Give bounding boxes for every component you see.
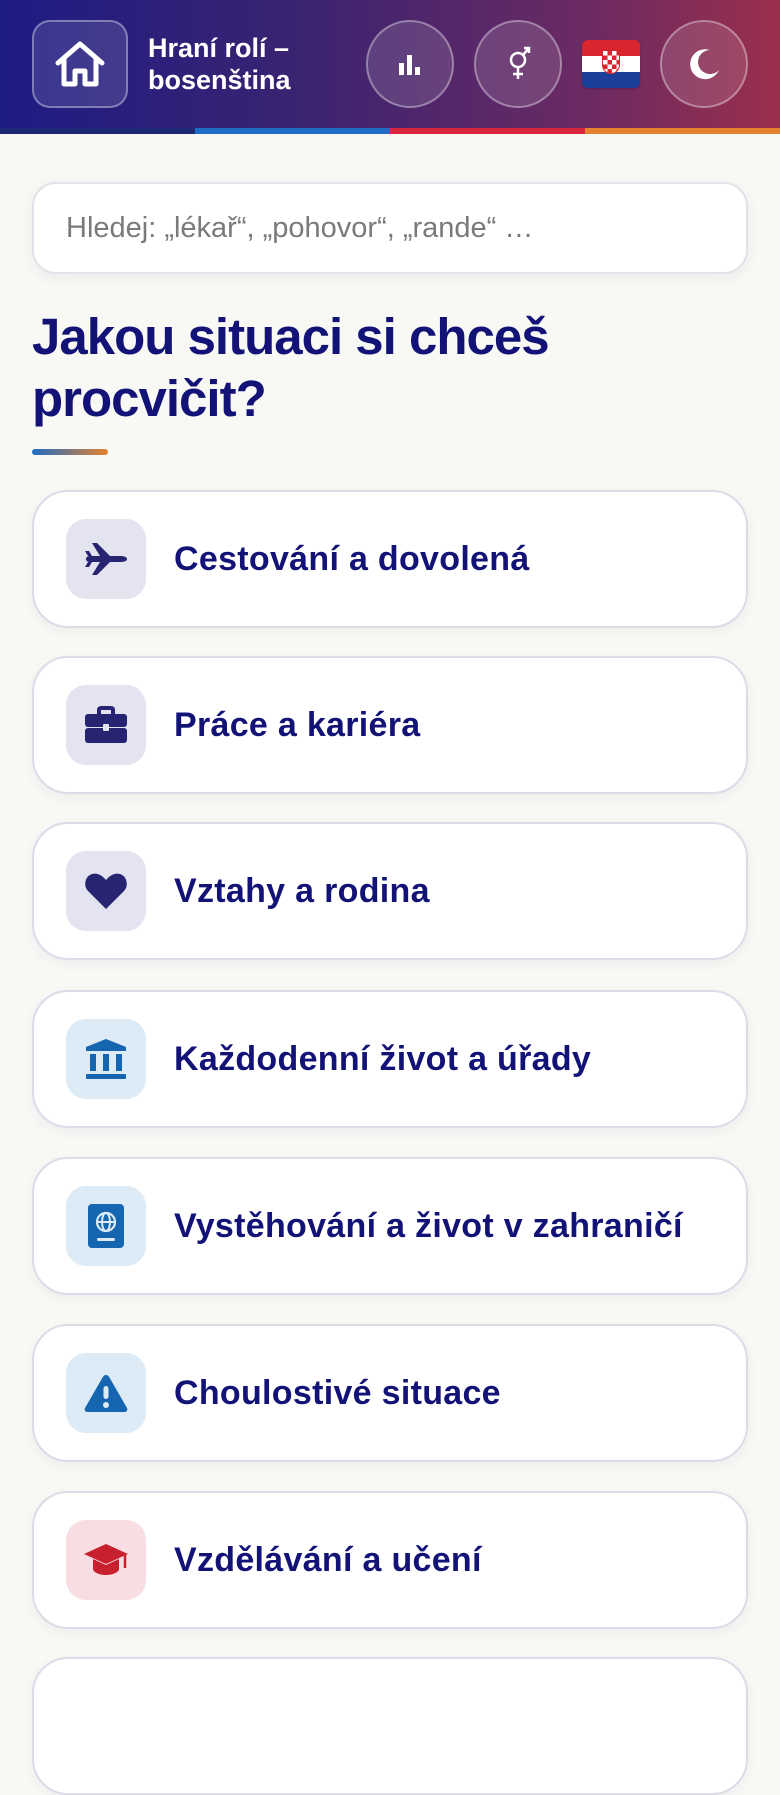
category-icon-box [66, 851, 146, 931]
app-header: Hraní rolí – bosenština [0, 0, 780, 132]
category-label: Vzdělávání a učení [174, 1540, 482, 1579]
briefcase-icon [85, 706, 127, 743]
heart-icon [85, 873, 127, 909]
category-card-sensitive[interactable]: Choulostivé situace [32, 1324, 748, 1462]
category-icon-box [66, 1186, 146, 1266]
category-icon-box [66, 1019, 146, 1099]
bank-icon [86, 1039, 126, 1079]
gender-icon [509, 46, 531, 79]
home-button[interactable] [32, 20, 128, 108]
airplane-icon [85, 543, 127, 575]
category-label: Práce a kariéra [174, 705, 421, 744]
category-card-travel[interactable]: Cestování a dovolená [32, 490, 748, 628]
graduation-cap-icon [84, 1544, 128, 1575]
search-input[interactable] [32, 182, 748, 274]
bar-chart-icon [399, 55, 420, 75]
croatia-flag-icon[interactable] [582, 40, 640, 88]
stats-button[interactable] [366, 20, 454, 108]
home-icon [55, 41, 105, 87]
passport-icon [88, 1204, 124, 1248]
category-card-relationships[interactable]: Vztahy a rodina [32, 822, 748, 960]
category-icon-box [66, 519, 146, 599]
category-label: Každodenní život a úřady [174, 1039, 592, 1078]
category-icon-box [66, 685, 146, 765]
category-card-more[interactable] [32, 1657, 748, 1795]
title-underline [32, 449, 108, 455]
category-label: Cestování a dovolená [174, 539, 530, 578]
category-card-daily-life[interactable]: Každodenní život a úřady [32, 990, 748, 1128]
warning-icon [84, 1375, 128, 1412]
category-label: Vystěhování a život v zahraničí [174, 1206, 683, 1245]
page-title: Jakou situaci si chceš procvičit? [32, 308, 550, 427]
moon-icon [690, 49, 719, 80]
category-card-education[interactable]: Vzdělávání a učení [32, 1491, 748, 1629]
theme-toggle-button[interactable] [660, 20, 748, 108]
category-label: Vztahy a rodina [174, 871, 430, 910]
gender-button[interactable] [474, 20, 562, 108]
category-card-emigration[interactable]: Vystěhování a život v zahraničí [32, 1157, 748, 1295]
category-icon-box [66, 1353, 146, 1433]
app-title: Hraní rolí – bosenština [148, 33, 291, 95]
category-icon-box [66, 1520, 146, 1600]
header-color-stripe [0, 128, 780, 134]
category-label: Choulostivé situace [174, 1373, 501, 1412]
category-card-work[interactable]: Práce a kariéra [32, 656, 748, 794]
